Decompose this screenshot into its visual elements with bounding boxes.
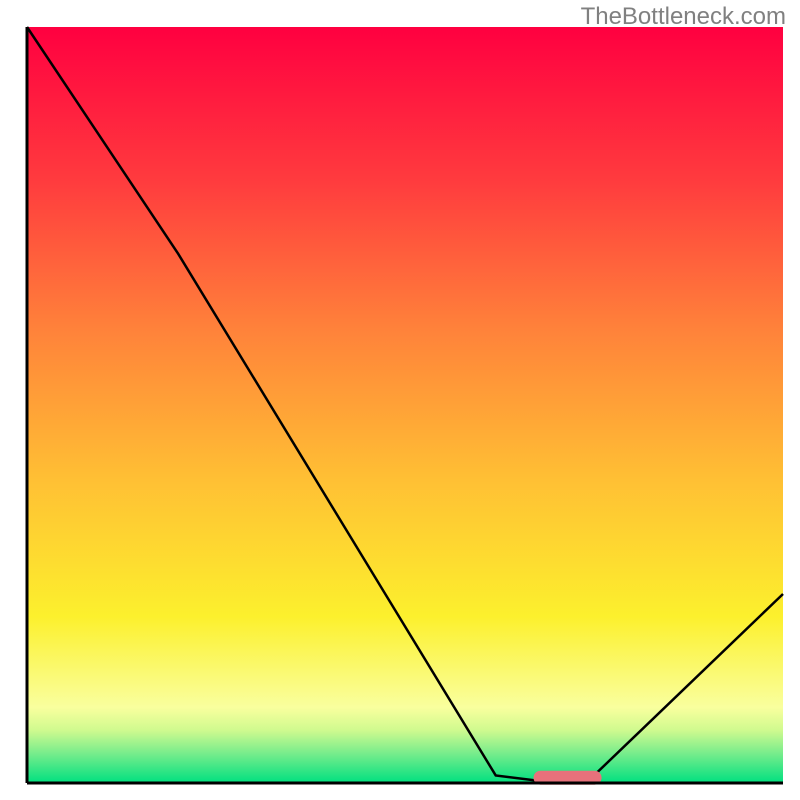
gradient-background — [27, 27, 783, 783]
watermark-text: TheBottleneck.com — [581, 3, 786, 31]
chart-container: TheBottleneck.com — [0, 0, 800, 800]
bottleneck-chart — [0, 0, 800, 800]
